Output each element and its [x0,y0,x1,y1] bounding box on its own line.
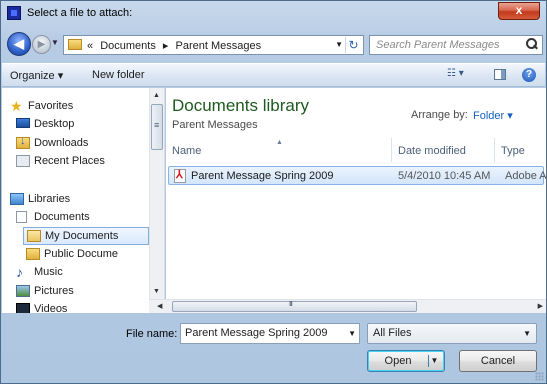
breadcrumb-separator[interactable]: ▸ [163,40,169,52]
toolbar: Organize ▾ New folder ☷ ▾ ? [2,63,545,87]
search-box[interactable]: Search Parent Messages [369,35,543,55]
nav-downloads[interactable]: Downloads [16,135,146,153]
library-title: Documents library [172,96,309,115]
recent-places-icon [16,155,30,167]
chevron-down-icon[interactable]: ▼ [523,329,531,338]
file-type: Adobe Ac [505,170,546,182]
nav-my-documents-label: My Documents [45,230,119,242]
nav-downloads-label: Downloads [34,137,89,149]
organize-button[interactable]: Organize ▾ [10,69,63,82]
nav-pictures[interactable]: Pictures [16,283,146,301]
folder-icon [26,248,40,260]
navigation-pane: ★ Favorites Desktop Downloads Recent Pla… [2,88,165,313]
nav-documents[interactable]: Documents [16,209,146,227]
nav-favorites-label: Favorites [28,100,74,112]
nav-desktop[interactable]: Desktop [16,116,146,134]
sort-ascending-icon: ▲ [276,139,283,146]
file-type-filter-value: All Files [373,327,412,339]
scroll-up-icon[interactable]: ▲ [153,92,160,99]
nav-desktop-label: Desktop [34,118,75,130]
cancel-button[interactable]: Cancel [459,350,537,372]
forward-button[interactable]: ▶ [32,35,51,54]
nav-videos-label: Videos [34,303,68,313]
nav-favorites[interactable]: ★ Favorites [10,98,140,116]
libraries-icon [10,193,24,205]
downloads-icon [16,135,30,149]
column-header-name[interactable]: Name ▲ [166,138,392,162]
file-type-filter-select[interactable]: All Files ▼ [367,323,537,344]
open-button-label: Open [384,355,412,367]
arrange-by-label: Arrange by: [411,109,468,121]
search-input[interactable]: Search Parent Messages [376,39,500,51]
nav-documents-label: Documents [34,211,90,223]
folder-icon [68,39,82,50]
new-folder-button[interactable]: New folder [92,69,145,81]
file-name: Parent Message Spring 2009 [191,170,334,182]
pictures-icon [16,285,30,297]
breadcrumb-parent-messages[interactable]: Parent Messages [175,40,261,52]
file-dialog-window: Select a file to attach: x ◀ ▶ ▼ « Docum… [0,0,547,384]
column-name-label: Name [172,145,202,157]
open-button[interactable]: Open ▼ [367,350,445,372]
chevron-down-icon[interactable]: ▼ [348,329,356,338]
preview-pane-button[interactable] [494,69,506,80]
file-list-pane: Documents library Parent Messages Arrang… [166,88,546,299]
resize-grip-icon[interactable] [535,372,544,381]
breadcrumb: « Documents ▸ Parent Messages [87,39,265,52]
app-icon [7,6,21,20]
horizontal-scrollbar[interactable]: ◀ ▶ [149,299,546,313]
title-bar[interactable]: Select a file to attach: x [1,1,546,25]
desktop-icon [16,118,30,128]
scroll-thumb[interactable] [151,104,163,150]
folder-open-icon [27,230,41,242]
column-header-type[interactable]: Type [495,138,546,162]
nav-videos[interactable]: Videos [16,301,146,313]
scroll-right-icon[interactable]: ▶ [538,302,543,310]
nav-music-label: Music [34,266,63,278]
close-button[interactable]: x [498,2,540,20]
nav-vertical-scrollbar[interactable]: ▲ ▼ [149,88,164,299]
address-row: ◀ ▶ ▼ « Documents ▸ Parent Messages ▼ ↻ … [1,29,546,59]
breadcrumb-documents[interactable]: Documents [100,40,156,52]
file-name-combobox[interactable]: Parent Message Spring 2009 ▼ [180,323,360,344]
documents-icon [16,211,27,223]
address-dropdown-icon[interactable]: ▼ [335,40,343,49]
nav-music[interactable]: ♪ Music [16,264,146,282]
nav-pictures-label: Pictures [34,285,74,297]
nav-recent-places-label: Recent Places [34,155,105,167]
videos-icon [16,303,30,313]
search-icon[interactable] [526,38,538,50]
file-date-modified: 5/4/2010 10:45 AM [398,170,491,182]
music-icon: ♪ [16,264,23,280]
nav-recent-places[interactable]: Recent Places [16,153,146,171]
window-title: Select a file to attach: [27,7,133,19]
recent-pages-dropdown[interactable]: ▼ [51,38,59,47]
nav-libraries[interactable]: Libraries [10,191,140,209]
column-header-date-modified[interactable]: Date modified [392,138,495,162]
star-icon: ★ [10,98,23,114]
breadcrumb-overflow[interactable]: « [87,40,93,52]
scroll-down-icon[interactable]: ▼ [153,288,160,295]
refresh-button[interactable]: ↻ [345,37,361,53]
file-name-label: File name: [126,328,178,340]
nav-public-documents[interactable]: Public Docume [26,246,150,264]
file-row[interactable]: Parent Message Spring 2009 5/4/2010 10:4… [168,166,546,185]
arrange-by-dropdown[interactable]: Folder ▾ [473,109,513,122]
nav-my-documents[interactable]: My Documents [23,227,149,245]
change-view-button[interactable]: ☷ ▾ [447,68,473,82]
help-button[interactable]: ? [522,68,536,82]
library-subtitle: Parent Messages [172,119,258,131]
address-bar[interactable]: « Documents ▸ Parent Messages ▼ ↻ [63,35,364,55]
scroll-left-icon[interactable]: ◀ [157,302,162,310]
horizontal-scroll-thumb[interactable] [172,301,417,312]
pdf-file-icon [174,168,186,183]
file-name-input[interactable]: Parent Message Spring 2009 [185,327,327,339]
nav-libraries-label: Libraries [28,193,71,205]
back-button[interactable]: ◀ [7,32,31,56]
nav-public-documents-label: Public Docume [44,248,118,260]
open-options-dropdown-icon[interactable]: ▼ [428,355,440,367]
